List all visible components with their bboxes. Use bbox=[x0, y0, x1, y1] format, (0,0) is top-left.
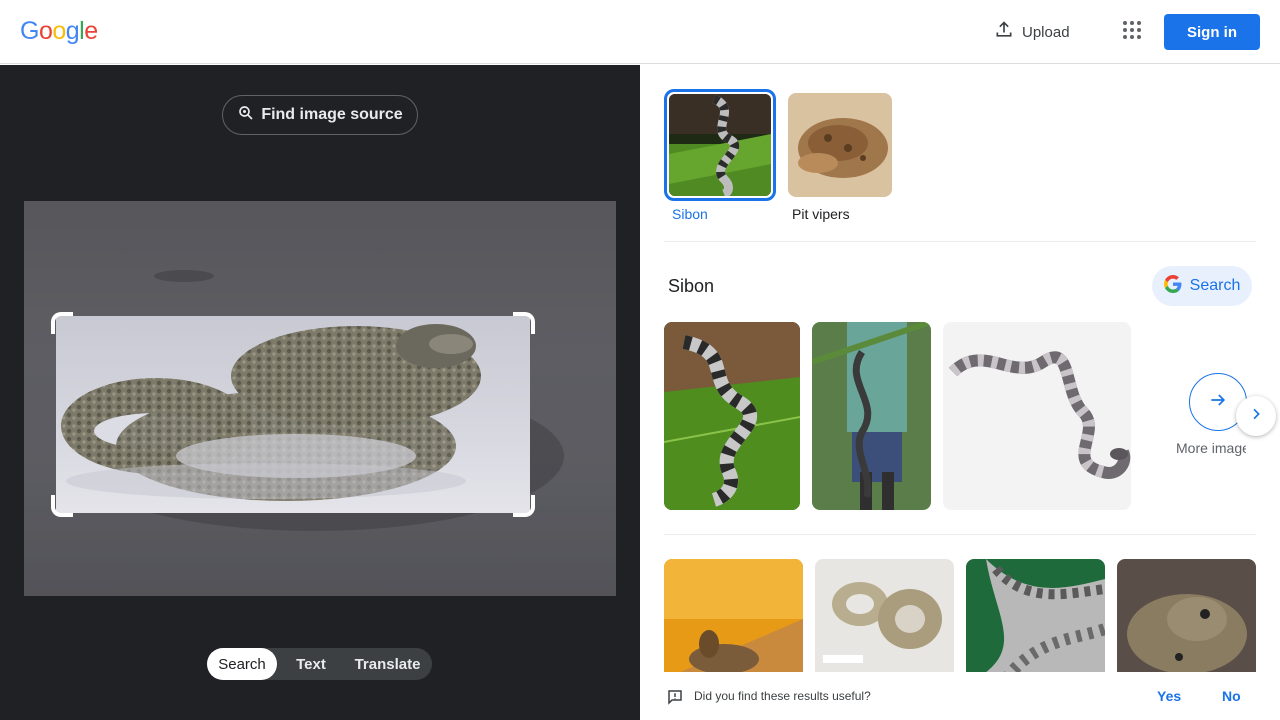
google-g-icon bbox=[1163, 274, 1182, 298]
chip-label-sibon: Sibon bbox=[672, 206, 708, 222]
sign-in-button[interactable]: Sign in bbox=[1164, 14, 1260, 50]
find-image-source-button[interactable]: Find image source bbox=[222, 95, 418, 135]
crop-handle-bottom-left[interactable] bbox=[51, 495, 73, 517]
image-viewer-pane: Find image source Search Text Translate bbox=[0, 65, 640, 720]
results-pane: Sibon Pit vipers Sibon Search More imag bbox=[640, 65, 1280, 720]
crop-handle-top-right[interactable] bbox=[513, 312, 535, 334]
feedback-no-button[interactable]: No bbox=[1222, 688, 1241, 704]
mode-switcher: Search Text Translate bbox=[207, 648, 432, 680]
result-image-snake-on-leaves bbox=[664, 322, 800, 510]
divider bbox=[664, 241, 1256, 242]
result-image-snake-on-white bbox=[948, 351, 1131, 479]
snake-image bbox=[61, 324, 481, 501]
result-image[interactable] bbox=[664, 322, 800, 510]
result-image[interactable] bbox=[943, 322, 1131, 510]
visual-match-image[interactable] bbox=[1117, 559, 1256, 679]
chip-thumbnail bbox=[664, 89, 776, 201]
result-image-snake-on-stick bbox=[812, 322, 931, 510]
related-chip-sibon[interactable]: Sibon bbox=[664, 89, 776, 222]
visual-match-snake-head bbox=[1117, 559, 1256, 679]
visual-match-image[interactable] bbox=[966, 559, 1105, 679]
visual-match-snake-scales bbox=[966, 559, 1105, 679]
lens-search-icon bbox=[237, 104, 255, 127]
visual-match-snake-on-branch bbox=[664, 559, 803, 679]
chip-label-pit-vipers: Pit vipers bbox=[792, 206, 850, 222]
crop-area bbox=[56, 316, 530, 513]
result-image[interactable] bbox=[812, 322, 931, 510]
google-search-label: Search bbox=[1189, 277, 1241, 294]
more-images-label: More images bbox=[1176, 440, 1246, 456]
divider bbox=[664, 534, 1256, 535]
crop-handle-bottom-right[interactable] bbox=[513, 495, 535, 517]
google-logo[interactable]: Google bbox=[20, 17, 98, 46]
upload-button[interactable]: Upload bbox=[984, 14, 1080, 50]
find-image-source-label: Find image source bbox=[261, 106, 403, 123]
visual-match-specimen-snake bbox=[815, 559, 954, 679]
arrow-right-icon bbox=[1208, 390, 1228, 415]
related-chip-pit-vipers[interactable]: Pit vipers bbox=[788, 93, 892, 222]
apps-grid-icon bbox=[1122, 20, 1142, 45]
crop-handle-top-left[interactable] bbox=[51, 312, 73, 334]
chevron-right-icon bbox=[1248, 406, 1264, 427]
mode-translate-tab[interactable]: Translate bbox=[345, 648, 430, 680]
feedback-icon bbox=[666, 688, 684, 711]
crop-selection[interactable] bbox=[24, 201, 616, 596]
visual-match-image[interactable] bbox=[815, 559, 954, 679]
mode-search-tab[interactable]: Search bbox=[207, 648, 277, 680]
chip-thumbnail bbox=[788, 93, 892, 197]
mode-text-tab[interactable]: Text bbox=[277, 648, 345, 680]
carousel-next-button[interactable] bbox=[1236, 396, 1276, 436]
top-bar: Google Upload Sign in bbox=[0, 0, 1280, 64]
visual-match-image[interactable] bbox=[664, 559, 803, 679]
feedback-yes-button[interactable]: Yes bbox=[1157, 688, 1181, 704]
section-title: Sibon bbox=[668, 276, 715, 296]
upload-icon bbox=[994, 20, 1014, 44]
feedback-question: Did you find these results useful? bbox=[694, 689, 871, 703]
feedback-bar: Did you find these results useful? Yes N… bbox=[640, 672, 1280, 720]
upload-label: Upload bbox=[1022, 23, 1070, 41]
google-apps-button[interactable] bbox=[1116, 16, 1148, 48]
google-search-button[interactable]: Search bbox=[1152, 266, 1252, 306]
